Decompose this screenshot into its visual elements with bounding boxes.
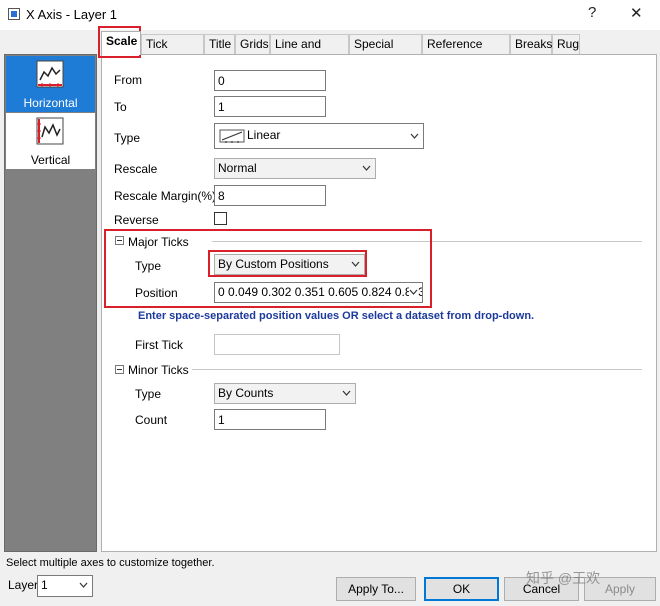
- orientation-panel: Horizontal Vertical: [4, 54, 97, 552]
- position-hint: Enter space-separated position values OR…: [138, 310, 535, 322]
- linear-scale-icon: [219, 129, 245, 143]
- collapse-major-ticks-icon[interactable]: [115, 236, 124, 245]
- position-value: 0 0.049 0.302 0.351 0.605 0.824 0.873 1: [218, 285, 423, 299]
- tab-title[interactable]: Title: [204, 34, 235, 54]
- to-label: To: [114, 100, 127, 114]
- major-type-select[interactable]: By Custom Positions: [214, 254, 365, 275]
- orientation-vertical[interactable]: Vertical: [6, 113, 95, 169]
- watermark: 知乎 @王欢: [526, 570, 601, 586]
- tab-special-ticks[interactable]: Special Ticks: [349, 34, 422, 69]
- to-input[interactable]: [214, 96, 326, 117]
- layer-select[interactable]: 1: [37, 575, 93, 597]
- minor-ticks-heading: Minor Ticks: [128, 363, 189, 377]
- orientation-horizontal[interactable]: Horizontal: [6, 56, 95, 112]
- chevron-down-icon: [409, 286, 418, 298]
- status-text: Select multiple axes to customize togeth…: [6, 557, 215, 569]
- tab-reference-lines[interactable]: Reference Lines: [422, 34, 510, 69]
- position-combobox[interactable]: 0 0.049 0.302 0.351 0.605 0.824 0.873 1: [214, 282, 423, 303]
- chevron-down-icon: [79, 582, 88, 588]
- tab-scale[interactable]: Scale: [101, 31, 141, 55]
- major-type-value: By Custom Positions: [218, 257, 329, 271]
- from-label: From: [114, 73, 142, 87]
- position-label: Position: [135, 286, 178, 300]
- title-bar: X Axis - Layer 1 ? ✕: [0, 0, 660, 30]
- app-icon: [8, 8, 20, 20]
- orientation-label: Vertical: [30, 153, 71, 167]
- tab-tick-labels[interactable]: Tick Labels: [141, 34, 204, 69]
- ok-button[interactable]: OK: [424, 577, 499, 601]
- window-title: X Axis - Layer 1: [26, 7, 118, 22]
- count-input[interactable]: [214, 409, 326, 430]
- from-input[interactable]: [214, 70, 326, 91]
- rescale-label: Rescale: [114, 162, 158, 176]
- tab-rug[interactable]: Rug: [552, 34, 580, 54]
- help-button[interactable]: ?: [588, 4, 596, 21]
- orientation-label: Horizontal: [23, 96, 78, 110]
- minor-type-label: Type: [135, 387, 162, 401]
- horizontal-axis-icon: [36, 60, 64, 88]
- first-tick-label: First Tick: [135, 338, 183, 352]
- chevron-down-icon: [362, 165, 371, 171]
- scale-type-value: Linear: [247, 128, 281, 142]
- minor-type-select[interactable]: By Counts: [214, 383, 356, 404]
- vertical-axis-icon: [36, 117, 64, 145]
- rescale-select[interactable]: Normal: [214, 158, 376, 179]
- tab-breaks[interactable]: Breaks: [510, 34, 552, 54]
- tab-grids[interactable]: Grids: [235, 34, 270, 54]
- rescale-value: Normal: [218, 161, 257, 175]
- scale-panel: From To Type Linear Rescale Normal Resca…: [101, 54, 657, 552]
- major-ticks-divider: [212, 241, 642, 242]
- reverse-label: Reverse: [114, 213, 159, 227]
- layer-value: 1: [41, 578, 48, 592]
- rescale-margin-label: Rescale Margin(%): [114, 189, 217, 203]
- chevron-down-icon: [351, 261, 360, 267]
- minor-type-value: By Counts: [218, 386, 274, 400]
- first-tick-input: [214, 334, 340, 355]
- reverse-checkbox[interactable]: [214, 212, 227, 225]
- chevron-down-icon: [410, 133, 419, 139]
- scale-type-select[interactable]: Linear: [214, 123, 424, 149]
- major-ticks-heading: Major Ticks: [128, 235, 189, 249]
- type-label: Type: [114, 131, 141, 145]
- tab-line-and-ticks[interactable]: Line and Ticks: [270, 34, 349, 69]
- chevron-down-icon: [342, 390, 351, 396]
- close-button[interactable]: ✕: [630, 4, 643, 22]
- tab-strip: Scale Tick Labels Title Grids Line and T…: [101, 30, 657, 69]
- major-type-label: Type: [135, 259, 162, 273]
- collapse-minor-ticks-icon[interactable]: [115, 365, 124, 374]
- apply-to-button[interactable]: Apply To...: [336, 577, 416, 601]
- layer-label: Layer: [8, 578, 39, 592]
- count-label: Count: [135, 413, 168, 427]
- minor-ticks-divider: [192, 369, 642, 370]
- rescale-margin-input[interactable]: [214, 185, 326, 206]
